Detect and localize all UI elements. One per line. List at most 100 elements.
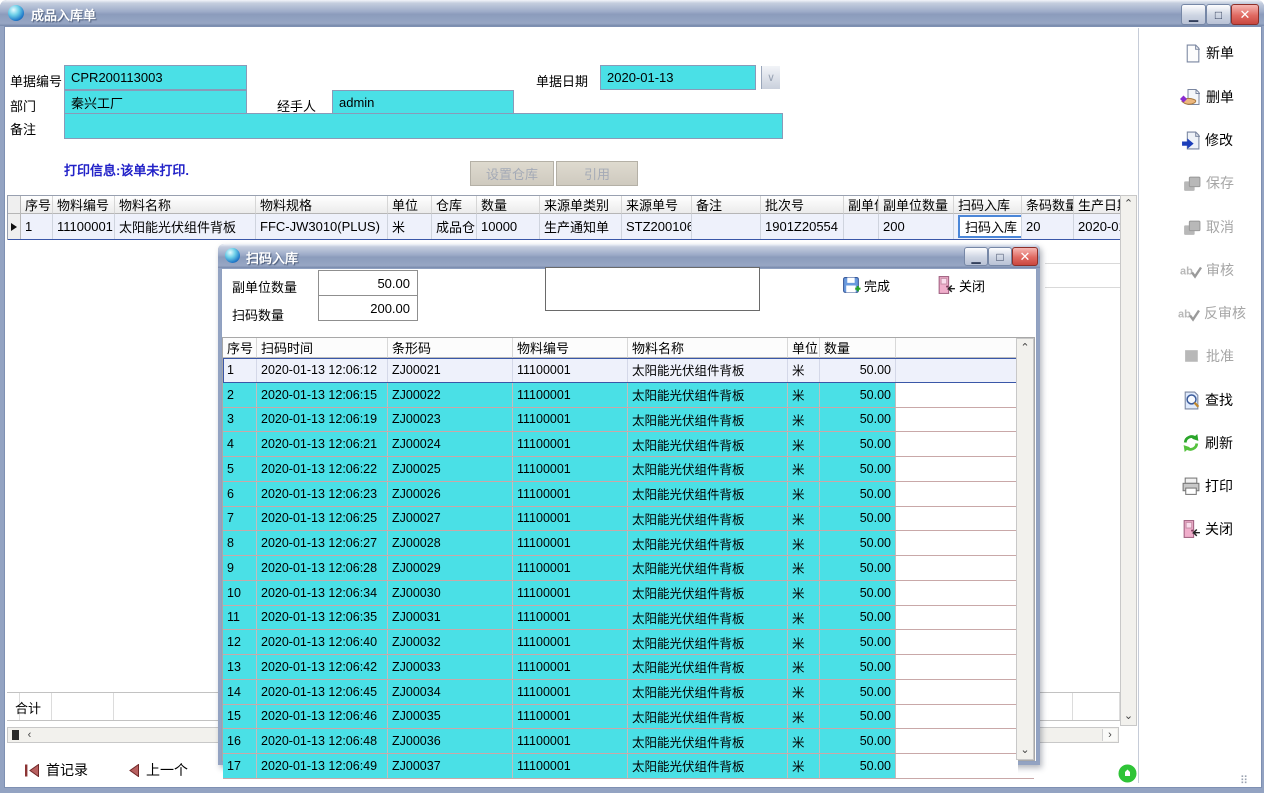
- sidebar-button-print[interactable]: 打印: [1181, 476, 1233, 496]
- scan-cell: 太阳能光伏组件背板: [628, 729, 788, 753]
- scan-table-row[interactable]: 82020-01-13 12:06:27ZJ0002811100001太阳能光伏…: [223, 531, 1034, 556]
- nav-first-record[interactable]: 首记录: [24, 760, 88, 780]
- main-cell: 200: [879, 214, 954, 239]
- save-finish-icon: [842, 276, 861, 295]
- doc-no-field[interactable]: CPR200113003: [64, 65, 247, 90]
- sidebar-button-save[interactable]: 保存: [1182, 173, 1234, 193]
- scan-table-row[interactable]: 72020-01-13 12:06:25ZJ0002711100001太阳能光伏…: [223, 507, 1034, 532]
- dept-label: 部门: [10, 96, 36, 115]
- scan-table-row[interactable]: 122020-01-13 12:06:40ZJ0003211100001太阳能光…: [223, 630, 1034, 655]
- dialog-close-button[interactable]: ✕: [1012, 247, 1038, 266]
- scan-cell: ZJ00028: [388, 531, 513, 555]
- doc-date-field[interactable]: 2020-01-13: [600, 65, 756, 90]
- scan-cell: 太阳能光伏组件背板: [628, 531, 788, 555]
- column-header: 副单位: [844, 196, 879, 214]
- filler-cell: [896, 655, 1018, 679]
- scan-cell: 11100001: [513, 581, 628, 605]
- scroll-left-icon[interactable]: ‹: [24, 730, 35, 741]
- scroll-down-icon[interactable]: ⌄: [1123, 711, 1134, 722]
- scan-cell: 50.00: [820, 531, 896, 555]
- scan-table-row[interactable]: 42020-01-13 12:06:21ZJ0002411100001太阳能光伏…: [223, 432, 1034, 457]
- dept-field[interactable]: 秦兴工厂: [64, 90, 247, 114]
- scan-cell: 太阳能光伏组件背板: [628, 383, 788, 407]
- reference-button[interactable]: 引用: [556, 161, 638, 186]
- scan-cell: 50.00: [820, 556, 896, 580]
- maximize-button[interactable]: □: [1206, 4, 1231, 25]
- scan-qty-field[interactable]: 200.00: [318, 295, 418, 321]
- remark-field[interactable]: [64, 113, 783, 139]
- sidebar-button-new[interactable]: 新单: [1183, 43, 1234, 63]
- scan-table-row[interactable]: 162020-01-13 12:06:48ZJ0003611100001太阳能光…: [223, 729, 1034, 754]
- scan-entry-button[interactable]: 扫码入库: [958, 215, 1022, 238]
- scan-cell: 15: [223, 705, 257, 729]
- scan-cell: 11100001: [513, 556, 628, 580]
- sidebar-button-modify[interactable]: 修改: [1181, 130, 1233, 150]
- approve-icon: [1183, 347, 1202, 366]
- scan-table-row[interactable]: 152020-01-13 12:06:46ZJ0003511100001太阳能光…: [223, 705, 1034, 730]
- scan-table-row[interactable]: 12020-01-13 12:06:12ZJ0002111100001太阳能光伏…: [223, 358, 1034, 383]
- dialog-vertical-scrollbar[interactable]: ⌃ ⌄: [1016, 338, 1034, 760]
- scan-cell: 11100001: [513, 705, 628, 729]
- sum-cell: [1073, 693, 1120, 720]
- scroll-up-icon[interactable]: ⌃: [1019, 343, 1031, 354]
- resize-grip[interactable]: ⠿: [1240, 774, 1249, 787]
- sidebar-button-cancel[interactable]: 取消: [1182, 217, 1234, 237]
- scan-cell: 7: [223, 507, 257, 531]
- scan-table-row[interactable]: 132020-01-13 12:06:42ZJ0003311100001太阳能光…: [223, 655, 1034, 680]
- sub-unit-qty-field[interactable]: 50.00: [318, 270, 418, 296]
- scan-cell: 太阳能光伏组件背板: [628, 457, 788, 481]
- finish-button[interactable]: 完成: [842, 276, 890, 295]
- scan-table-row[interactable]: 92020-01-13 12:06:28ZJ0002911100001太阳能光伏…: [223, 556, 1034, 581]
- scan-dialog: 扫码入库 ▁ □ ✕ 副单位数量 50.00 扫码数量 200.00 完成 关闭…: [218, 244, 1040, 765]
- scan-cell: 太阳能光伏组件背板: [628, 482, 788, 506]
- barcode-scan-input[interactable]: [545, 267, 760, 311]
- sidebar-button-delete[interactable]: 删单: [1180, 87, 1234, 107]
- sidebar-divider: [1138, 28, 1139, 783]
- print-icon: [1181, 477, 1201, 496]
- scan-cell: 太阳能光伏组件背板: [628, 705, 788, 729]
- svg-text:ab: ab: [1178, 308, 1191, 320]
- scan-cell: 3: [223, 408, 257, 432]
- close-button[interactable]: ✕: [1231, 4, 1259, 25]
- scan-cell: 2020-01-13 12:06:35: [257, 606, 388, 630]
- dialog-maximize-button[interactable]: □: [988, 247, 1012, 266]
- scan-table-row[interactable]: 32020-01-13 12:06:19ZJ0002311100001太阳能光伏…: [223, 408, 1034, 433]
- handler-field[interactable]: admin: [332, 90, 514, 114]
- dialog-close-action-button[interactable]: 关闭: [936, 275, 985, 295]
- nav-previous[interactable]: 上一个: [128, 760, 188, 780]
- sidebar-button-reverse-audit[interactable]: ab 反审核: [1178, 303, 1246, 323]
- scan-table-row[interactable]: 112020-01-13 12:06:35ZJ0003111100001太阳能光…: [223, 606, 1034, 631]
- scan-cell: 50.00: [820, 358, 896, 382]
- main-vertical-scrollbar[interactable]: ⌃ ⌄: [1120, 195, 1137, 726]
- sidebar-button-audit[interactable]: ab 审核: [1180, 260, 1234, 280]
- scan-table-row[interactable]: 142020-01-13 12:06:45ZJ0003411100001太阳能光…: [223, 680, 1034, 705]
- scan-cell: 米: [788, 358, 820, 382]
- scan-table-row[interactable]: 22020-01-13 12:06:15ZJ0002211100001太阳能光伏…: [223, 383, 1034, 408]
- sidebar-button-refresh[interactable]: 刷新: [1181, 433, 1233, 453]
- main-table-row[interactable]: 111100001太阳能光伏组件背板FFC-JW3010(PLUS)米成品仓10…: [8, 214, 1121, 240]
- scan-cell: 11100001: [513, 457, 628, 481]
- filler-cell: [896, 482, 1018, 506]
- sidebar-button-close[interactable]: 关闭: [1181, 519, 1233, 539]
- scroll-up-icon[interactable]: ⌃: [1123, 199, 1134, 210]
- minimize-button[interactable]: ▁: [1181, 4, 1206, 25]
- main-cell: [692, 214, 761, 239]
- scroll-right-icon[interactable]: ›: [1102, 729, 1117, 741]
- sidebar-button-approve[interactable]: 批准: [1183, 346, 1234, 366]
- sidebar-button-find[interactable]: 查找: [1181, 390, 1233, 410]
- scan-table-row[interactable]: 172020-01-13 12:06:49ZJ0003711100001太阳能光…: [223, 754, 1034, 779]
- doc-date-dropdown[interactable]: ∨: [761, 66, 780, 89]
- scrollbar-thumb[interactable]: [12, 730, 19, 740]
- scan-cell: 米: [788, 729, 820, 753]
- sidebar-label: 关闭: [1205, 519, 1233, 539]
- set-warehouse-button[interactable]: 设置仓库: [470, 161, 554, 186]
- scan-table-row[interactable]: 102020-01-13 12:06:34ZJ0003011100001太阳能光…: [223, 581, 1034, 606]
- scroll-down-icon[interactable]: ⌄: [1019, 745, 1031, 756]
- scan-cell: 米: [788, 705, 820, 729]
- scan-cell: 太阳能光伏组件背板: [628, 556, 788, 580]
- scan-cell: 50.00: [820, 680, 896, 704]
- dialog-minimize-button[interactable]: ▁: [964, 247, 988, 266]
- scan-table-row[interactable]: 52020-01-13 12:06:22ZJ0002511100001太阳能光伏…: [223, 457, 1034, 482]
- scan-cell: 16: [223, 729, 257, 753]
- scan-table-row[interactable]: 62020-01-13 12:06:23ZJ0002611100001太阳能光伏…: [223, 482, 1034, 507]
